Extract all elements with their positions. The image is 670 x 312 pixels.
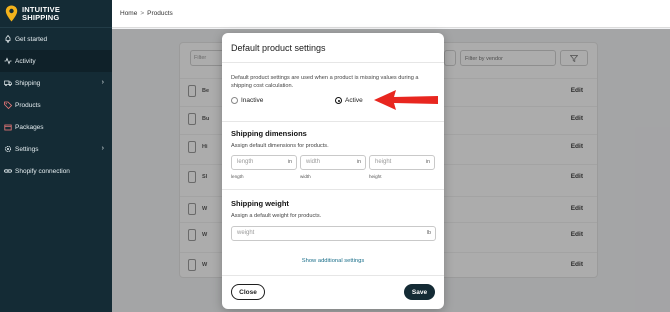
inactive-radio-option[interactable]: Inactive bbox=[231, 97, 263, 104]
length-placeholder: length bbox=[237, 159, 254, 165]
link-icon bbox=[4, 169, 12, 173]
brand-name: INTUITIVE SHIPPING bbox=[22, 5, 60, 22]
length-label: length bbox=[231, 174, 244, 179]
rocket-icon bbox=[5, 35, 11, 43]
save-button[interactable]: Save bbox=[404, 284, 435, 300]
divider bbox=[222, 121, 444, 122]
brand-line-2: SHIPPING bbox=[22, 12, 60, 22]
height-input[interactable]: height in bbox=[369, 155, 435, 170]
breadcrumb: Home > Products bbox=[112, 0, 670, 28]
width-label: width bbox=[300, 174, 311, 179]
sidebar-item-label: Products bbox=[15, 101, 41, 109]
sidebar-item-shipping[interactable]: Shipping › bbox=[0, 72, 112, 94]
breadcrumb-separator: > bbox=[140, 10, 145, 17]
radio-label: Inactive bbox=[241, 97, 264, 104]
height-placeholder: height bbox=[375, 159, 392, 165]
sidebar-item-label: Shipping bbox=[15, 79, 41, 87]
sidebar-item-label: Settings bbox=[15, 145, 39, 153]
tag-icon bbox=[4, 101, 12, 109]
truck-icon bbox=[4, 80, 12, 87]
brand[interactable]: INTUITIVE SHIPPING bbox=[0, 0, 112, 28]
sidebar-item-label: Get started bbox=[15, 35, 48, 43]
width-unit: in bbox=[356, 159, 361, 165]
location-pin-logo-icon bbox=[5, 5, 18, 22]
breadcrumb-current: Products bbox=[147, 10, 173, 17]
shipping-weight-title: Shipping weight bbox=[231, 199, 289, 208]
height-label: height bbox=[369, 174, 382, 179]
divider bbox=[222, 275, 444, 276]
length-input[interactable]: length in bbox=[231, 155, 297, 170]
weight-placeholder: weight bbox=[237, 230, 255, 236]
active-radio-option[interactable]: Active bbox=[335, 97, 363, 104]
sidebar-item-settings[interactable]: Settings › bbox=[0, 138, 112, 160]
default-product-settings-dialog: Default product settings Default product… bbox=[222, 33, 444, 309]
shipping-weight-subtitle: Assign a default weight for products. bbox=[231, 213, 322, 219]
dialog-description: Default product settings are used when a… bbox=[231, 75, 419, 89]
chevron-right-icon: › bbox=[101, 145, 104, 152]
sidebar-item-products[interactable]: Products bbox=[0, 94, 112, 116]
radio-unchecked[interactable] bbox=[231, 97, 238, 104]
sidebar-item-label: Shopify connection bbox=[15, 167, 70, 175]
dialog-title: Default product settings bbox=[222, 33, 444, 63]
sidebar-item-activity[interactable]: Activity bbox=[0, 50, 112, 72]
radio-label: Active bbox=[345, 97, 363, 104]
close-button[interactable]: Close bbox=[231, 284, 265, 300]
divider bbox=[222, 189, 444, 190]
width-input[interactable]: width in bbox=[300, 155, 366, 170]
box-icon bbox=[4, 124, 12, 131]
radio-checked[interactable] bbox=[335, 97, 342, 104]
sidebar-item-packages[interactable]: Packages bbox=[0, 116, 112, 138]
sidebar-item-label: Activity bbox=[15, 57, 36, 65]
width-placeholder: width bbox=[306, 159, 321, 165]
sidebar-item-label: Packages bbox=[15, 123, 44, 131]
show-additional-settings-link[interactable]: Show additional settings bbox=[222, 258, 444, 264]
sidebar-item-shopify-connection[interactable]: Shopify connection bbox=[0, 160, 112, 182]
activity-icon bbox=[4, 57, 12, 65]
sidebar-item-get-started[interactable]: Get started bbox=[0, 28, 112, 50]
shipping-dimensions-subtitle: Assign default dimensions for products. bbox=[231, 143, 329, 149]
weight-unit: lb bbox=[426, 230, 431, 236]
length-unit: in bbox=[287, 159, 292, 165]
height-unit: in bbox=[425, 159, 430, 165]
sidebar: INTUITIVE SHIPPING Get started Activity … bbox=[0, 0, 112, 312]
gear-icon bbox=[4, 145, 12, 153]
breadcrumb-home[interactable]: Home bbox=[120, 10, 137, 17]
weight-input[interactable]: weight lb bbox=[231, 226, 436, 241]
chevron-right-icon: › bbox=[101, 79, 104, 86]
shipping-dimensions-title: Shipping dimensions bbox=[231, 129, 307, 138]
red-arrow-annotation-icon bbox=[374, 90, 438, 110]
